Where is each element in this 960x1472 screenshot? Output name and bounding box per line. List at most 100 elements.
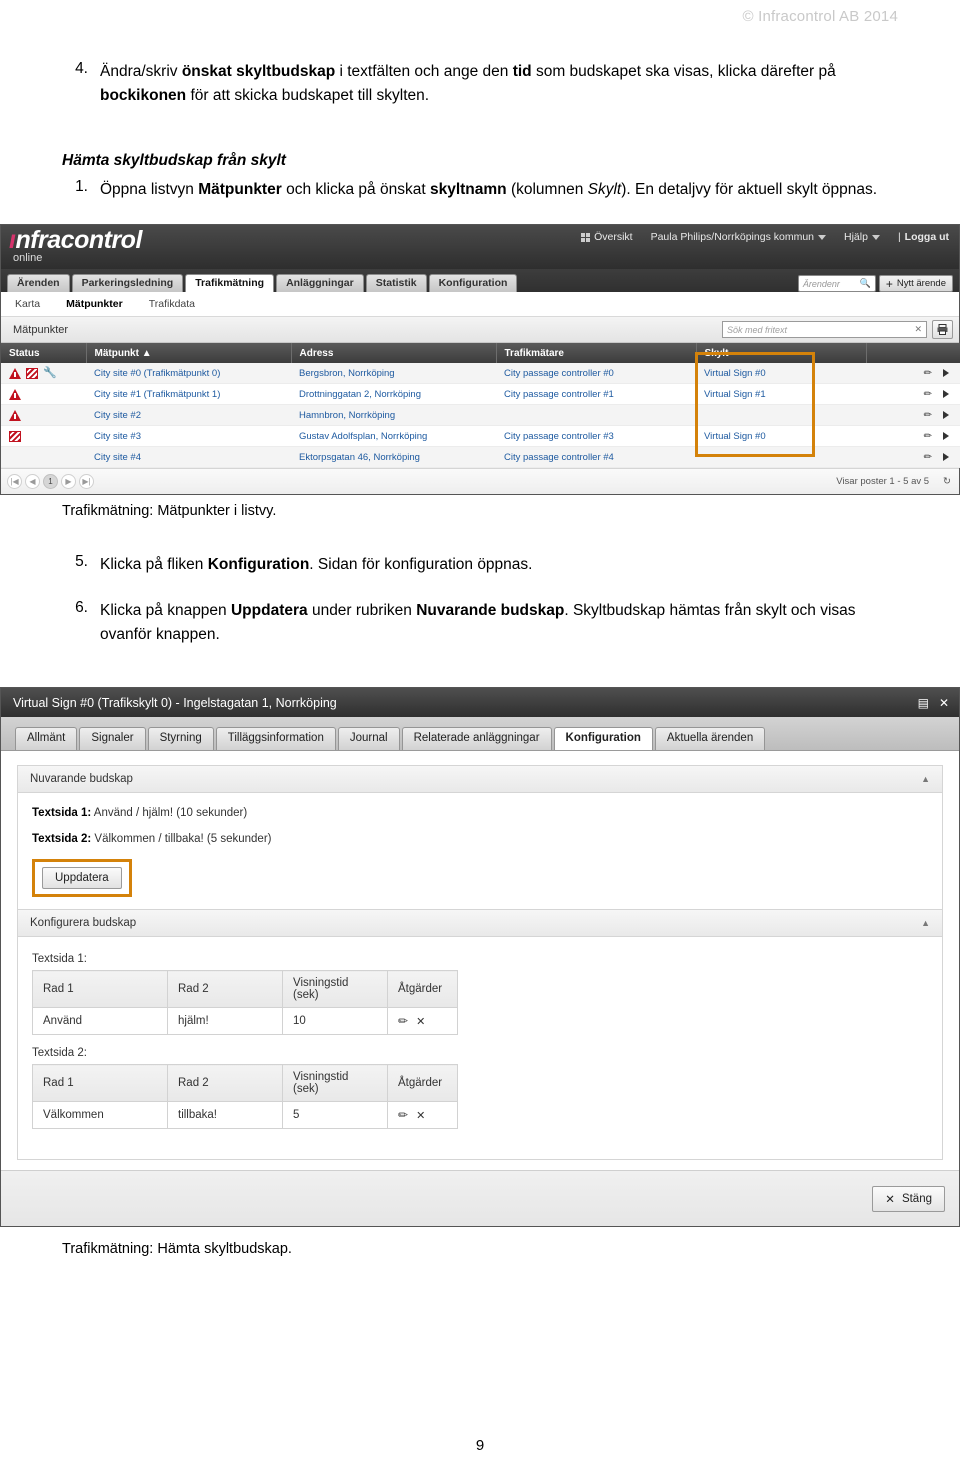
column-header[interactable]: Adress	[291, 343, 497, 364]
list-item: 5. Klicka på fliken Konfiguration. Sidan…	[62, 553, 898, 577]
column-header[interactable]: Status	[1, 343, 87, 364]
update-button[interactable]: Uppdatera	[42, 867, 122, 890]
pagination-first[interactable]: |◀	[7, 474, 22, 490]
edit-pencil-icon[interactable]: ✏	[924, 389, 932, 400]
tab-konfiguration[interactable]: Konfiguration	[553, 726, 653, 751]
case-search-input[interactable]: Ärendenr 🔍	[797, 275, 876, 293]
print-button[interactable]	[932, 320, 953, 340]
address-cell[interactable]: Ektorpsgatan 46, Norrköping	[291, 446, 496, 469]
table-row[interactable]: City site #2 Hamnbron, Norrköping ✏	[1, 404, 960, 427]
table-header-row: Rad 1 Rad 2 Visningstid (sek) Åtgärder	[32, 970, 458, 1009]
tab-allmänt[interactable]: Allmänt	[15, 726, 78, 751]
subnav-item-mätpunkter[interactable]: Mätpunkter	[66, 298, 123, 310]
address-cell[interactable]: Gustav Adolfsplan, Norrköping	[291, 425, 496, 448]
address-cell[interactable]: Drottninggatan 2, Norrköping	[291, 383, 496, 406]
close-button[interactable]: ✕ Stäng	[872, 1185, 945, 1212]
edit-pencil-icon[interactable]: ✏	[398, 1014, 408, 1028]
table-row[interactable]: City site #1 (Trafikmätpunkt 1) Drottning…	[1, 383, 960, 406]
search-icon[interactable]: 🔍	[860, 278, 871, 289]
tab-journal[interactable]: Journal	[337, 726, 400, 751]
edit-pencil-icon[interactable]: ✏	[924, 368, 932, 379]
sign-cell	[696, 404, 866, 427]
open-arrow-icon[interactable]	[943, 369, 949, 378]
measurement-point-cell[interactable]: City site #0 (Trafikmätpunkt 0)	[86, 363, 291, 385]
delete-x-icon[interactable]: ✕	[416, 1015, 425, 1028]
tab-anläggningar[interactable]: Anläggningar	[276, 273, 364, 293]
logout-link[interactable]: Logga ut	[905, 231, 949, 243]
collapse-icon[interactable]: ▲	[921, 918, 930, 928]
warning-triangle-icon	[9, 388, 21, 400]
logout-group: | Logga ut	[898, 231, 949, 243]
tab-styrning[interactable]: Styrning	[147, 726, 214, 751]
edit-pencil-icon[interactable]: ✏	[398, 1108, 408, 1122]
pagination-next[interactable]: ▶	[61, 474, 76, 490]
open-arrow-icon[interactable]	[943, 390, 949, 399]
subnav-item-karta[interactable]: Karta	[15, 298, 40, 310]
column-header[interactable]	[866, 343, 960, 364]
tab-tilläggsinformation[interactable]: Tilläggsinformation	[215, 726, 336, 751]
tab-statistik[interactable]: Statistik	[365, 273, 427, 293]
measurement-point-cell[interactable]: City site #1 (Trafikmätpunkt 1)	[86, 383, 291, 406]
table-header-row: Status Mätpunkt ▲ Adress Trafikmätare Skylt	[1, 343, 960, 364]
tab-ärenden[interactable]: Ärenden	[7, 273, 70, 293]
traffic-counter-cell[interactable]: City passage controller #1	[496, 383, 696, 406]
traffic-counter-cell[interactable]: City passage controller #3	[496, 425, 696, 448]
table-row[interactable]: City site #3 Gustav Adolfsplan, Norrköpin…	[1, 425, 960, 448]
address-cell[interactable]: Hamnbron, Norrköping	[291, 404, 496, 427]
traffic-counter-cell[interactable]: City passage controller #4	[496, 446, 696, 469]
edit-pencil-icon[interactable]: ✏	[924, 431, 932, 442]
table-row[interactable]: City site #4 Ektorpsgatan 46, Norrköping C…	[1, 446, 960, 469]
clear-icon[interactable]: ✕	[914, 324, 922, 335]
measurement-point-cell[interactable]: City site #3	[86, 425, 291, 448]
pagination-page-1[interactable]: 1	[43, 474, 58, 490]
text-page-2-label: Textsida 2:	[32, 833, 92, 846]
text-page-1-value: Använd / hjälm! (10 sekunder)	[91, 807, 248, 820]
column-header[interactable]: Mätpunkt ▲	[86, 343, 292, 364]
open-arrow-icon[interactable]	[943, 432, 949, 441]
column-header[interactable]: Skylt	[696, 343, 867, 364]
sign-cell[interactable]: Virtual Sign #1	[696, 383, 866, 406]
close-button-label: Stäng	[901, 1192, 932, 1205]
close-icon[interactable]: ✕	[939, 696, 949, 710]
message-config-table: Rad 1 Rad 2 Visningstid (sek) Åtgärder Använ…	[32, 970, 458, 1036]
table-row[interactable]: 🔧 City site #0 (Trafikmätpunkt 0) Bergsbro…	[1, 363, 960, 385]
text-page-2-line: Textsida 2: Välkommen / tillbaka! (5 sek…	[32, 833, 928, 845]
sign-cell[interactable]: Virtual Sign #0	[696, 425, 866, 448]
configure-message-title: Konfigurera budskap	[30, 917, 137, 930]
save-icon[interactable]: ▤	[918, 696, 929, 710]
overview-label: Översikt	[594, 231, 633, 244]
overview-link[interactable]: Översikt	[581, 231, 633, 243]
delete-x-icon[interactable]: ✕	[416, 1109, 425, 1122]
row2-cell: hjälm!	[167, 1007, 283, 1036]
tab-konfiguration[interactable]: Konfiguration	[428, 273, 518, 293]
address-cell[interactable]: Bergsbron, Norrköping	[291, 363, 496, 385]
collapse-icon[interactable]: ▲	[921, 774, 930, 784]
tab-aktuella-ärenden[interactable]: Aktuella ärenden	[654, 726, 766, 751]
pagination-prev[interactable]: ◀	[25, 474, 40, 490]
refresh-icon[interactable]: ↻	[943, 476, 951, 487]
help-menu[interactable]: Hjälp	[844, 231, 880, 243]
measurement-point-cell[interactable]: City site #2	[86, 404, 291, 427]
configure-message-header[interactable]: Konfigurera budskap ▲	[18, 910, 942, 938]
edit-pencil-icon[interactable]: ✏	[924, 452, 932, 463]
column-header: Rad 1	[32, 970, 168, 1009]
subnav-item-trafikdata[interactable]: Trafikdata	[149, 298, 195, 310]
current-message-header[interactable]: Nuvarande budskap ▲	[18, 766, 942, 794]
measurement-point-cell[interactable]: City site #4	[86, 446, 291, 469]
open-arrow-icon[interactable]	[943, 453, 949, 462]
search-input[interactable]: Sök med fritext ✕	[722, 321, 927, 339]
tab-parkeringsledning[interactable]: Parkeringsledning	[71, 273, 184, 293]
tab-trafikmätning[interactable]: Trafikmätning	[185, 273, 275, 293]
page-number: 9	[475, 1437, 485, 1454]
open-arrow-icon[interactable]	[943, 411, 949, 420]
traffic-counter-cell[interactable]: City passage controller #0	[496, 363, 696, 385]
tab-signaler[interactable]: Signaler	[79, 726, 146, 751]
column-header[interactable]: Trafikmätare	[496, 343, 697, 364]
pagination-last[interactable]: ▶|	[79, 474, 94, 490]
new-case-button[interactable]: + Nytt ärende	[878, 275, 953, 293]
tab-relaterade-anläggningar[interactable]: Relaterade anläggningar	[401, 726, 552, 751]
edit-pencil-icon[interactable]: ✏	[924, 410, 932, 421]
sign-cell[interactable]: Virtual Sign #0	[696, 363, 866, 385]
column-header: Åtgärder	[387, 970, 458, 1009]
user-menu[interactable]: Paula Philips/Norrköpings kommun	[651, 231, 826, 243]
